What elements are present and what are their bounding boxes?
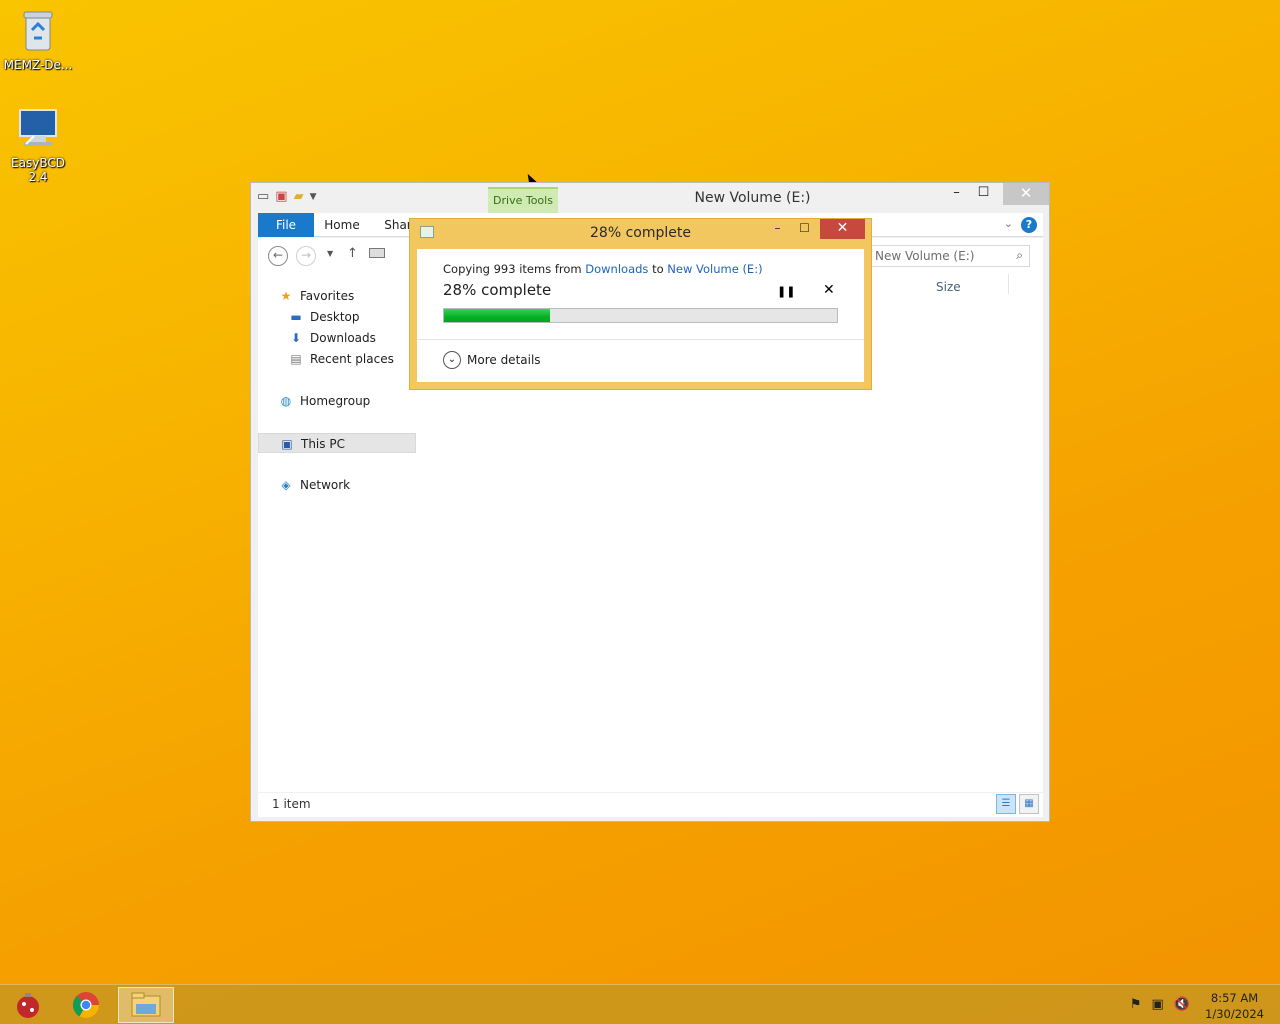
help-icon[interactable]: ?	[1021, 217, 1037, 233]
copy-dialog-body: Copying 993 items from Downloads to New …	[417, 249, 864, 382]
chrome-icon[interactable]	[58, 987, 114, 1023]
navigation-pane: ★ Favorites ▬ Desktop ⬇ Downloads ▤ Recent p…	[258, 272, 416, 792]
recycle-bin-icon	[14, 6, 62, 54]
progress-fill	[444, 309, 551, 322]
tab-home[interactable]: Home	[322, 213, 362, 237]
address-drive-icon[interactable]	[369, 248, 385, 258]
details-view-icon[interactable]: ☰	[996, 794, 1016, 814]
nav-homegroup[interactable]: ◍ Homegroup	[258, 391, 416, 411]
nav-label: Recent places	[310, 352, 394, 366]
title-bar[interactable]: ▭ ▣ ▰ ▼ Drive Tools New Volume (E:) – ☐ …	[251, 183, 1049, 214]
nav-label: Desktop	[310, 310, 360, 324]
clock-date: 1/30/2024	[1205, 1007, 1264, 1021]
nav-desktop[interactable]: ▬ Desktop	[258, 307, 416, 327]
column-header-size[interactable]: Size	[936, 280, 961, 294]
percent-complete: 28% complete	[443, 281, 552, 299]
more-details-label: More details	[467, 353, 541, 367]
back-button[interactable]: ←	[268, 246, 288, 266]
column-divider[interactable]	[1008, 274, 1009, 294]
copy-dialog-window-controls: – ☐ ✕	[764, 219, 865, 239]
item-count: 1 item	[272, 797, 311, 811]
network-tray-icon[interactable]: ▣	[1152, 997, 1164, 1012]
clock[interactable]: 8:57 AM 1/30/2024	[1205, 990, 1264, 1022]
expand-ribbon-chevron-icon[interactable]: ⌄	[1004, 217, 1013, 230]
recent-places-icon: ▤	[290, 352, 302, 366]
action-center-flag-icon[interactable]: ⚑	[1130, 997, 1142, 1012]
file-explorer-icon[interactable]	[118, 987, 174, 1023]
memz-icon[interactable]	[0, 987, 56, 1023]
source-link[interactable]: Downloads	[585, 262, 648, 276]
nav-this-pc[interactable]: ▣ This PC	[258, 433, 416, 453]
search-icon[interactable]: ⌕	[1016, 248, 1023, 263]
nav-network[interactable]: ◈ Network	[258, 475, 416, 495]
clock-time: 8:57 AM	[1210, 991, 1259, 1005]
star-icon: ★	[280, 289, 292, 303]
nav-label: Network	[300, 478, 351, 492]
copy-minimize-button[interactable]: –	[764, 219, 791, 239]
downloads-folder-icon: ⬇	[290, 331, 302, 345]
nav-downloads[interactable]: ⬇ Downloads	[258, 328, 416, 348]
maximize-button[interactable]: ☐	[970, 183, 997, 205]
search-input[interactable]: New Volume (E:) ⌕	[868, 245, 1030, 267]
desktop-icon-label: MEMZ-De...	[3, 58, 73, 72]
cancel-copy-button[interactable]: ✕	[823, 282, 835, 298]
more-details-button[interactable]: ⌄ More details	[443, 351, 541, 369]
progress-bar	[443, 308, 838, 323]
window-title: New Volume (E:)	[694, 190, 811, 206]
copy-prefix: Copying 993 items from	[443, 262, 582, 276]
pause-button[interactable]: ❚❚	[777, 285, 795, 298]
desktop-icon-label: EasyBCD 2.4	[11, 156, 65, 184]
copy-status-line: Copying 993 items from Downloads to New …	[443, 262, 763, 276]
network-icon: ◈	[281, 478, 291, 492]
recent-locations-chevron-icon[interactable]: ▼	[327, 249, 333, 258]
copy-close-button[interactable]: ✕	[820, 219, 865, 239]
desktop-folder-icon: ▬	[290, 310, 302, 324]
destination-link[interactable]: New Volume (E:)	[667, 262, 762, 276]
desktop-icon-easybcd[interactable]: EasyBCD 2.4	[0, 104, 76, 184]
system-tray: ⚑ ▣ 🔇	[1130, 997, 1190, 1012]
desktop-icon-memz[interactable]: MEMZ-De...	[0, 6, 76, 72]
large-icons-view-icon[interactable]: ▦	[1019, 794, 1039, 814]
tab-file[interactable]: File	[258, 213, 314, 237]
window-controls: – ☐ ✕	[943, 183, 1049, 205]
copy-progress-dialog: 28% complete – ☐ ✕ Copying 993 items fro…	[409, 218, 872, 390]
nav-label: Favorites	[300, 289, 355, 303]
up-button[interactable]: ↑	[347, 246, 358, 261]
homegroup-icon: ◍	[280, 394, 292, 408]
copy-maximize-button[interactable]: ☐	[791, 219, 818, 239]
nav-favorites[interactable]: ★ Favorites	[258, 286, 416, 306]
nav-label: Downloads	[310, 331, 376, 345]
minimize-button[interactable]: –	[943, 183, 970, 205]
chevron-down-icon: ⌄	[443, 351, 461, 369]
divider	[417, 339, 864, 340]
search-placeholder: New Volume (E:)	[875, 249, 975, 263]
computer-icon: ▣	[281, 437, 293, 451]
easybcd-icon	[14, 104, 62, 152]
copy-mid: to	[652, 262, 664, 276]
status-bar: 1 item ☰ ▦	[258, 793, 1043, 817]
nav-recent-places[interactable]: ▤ Recent places	[258, 349, 416, 369]
taskbar: ⚑ ▣ 🔇 8:57 AM 1/30/2024	[0, 984, 1280, 1024]
forward-button[interactable]: →	[296, 246, 316, 266]
volume-muted-icon[interactable]: 🔇	[1174, 997, 1190, 1012]
close-button[interactable]: ✕	[1003, 183, 1049, 205]
nav-label: This PC	[301, 437, 345, 451]
nav-label: Homegroup	[300, 394, 371, 408]
